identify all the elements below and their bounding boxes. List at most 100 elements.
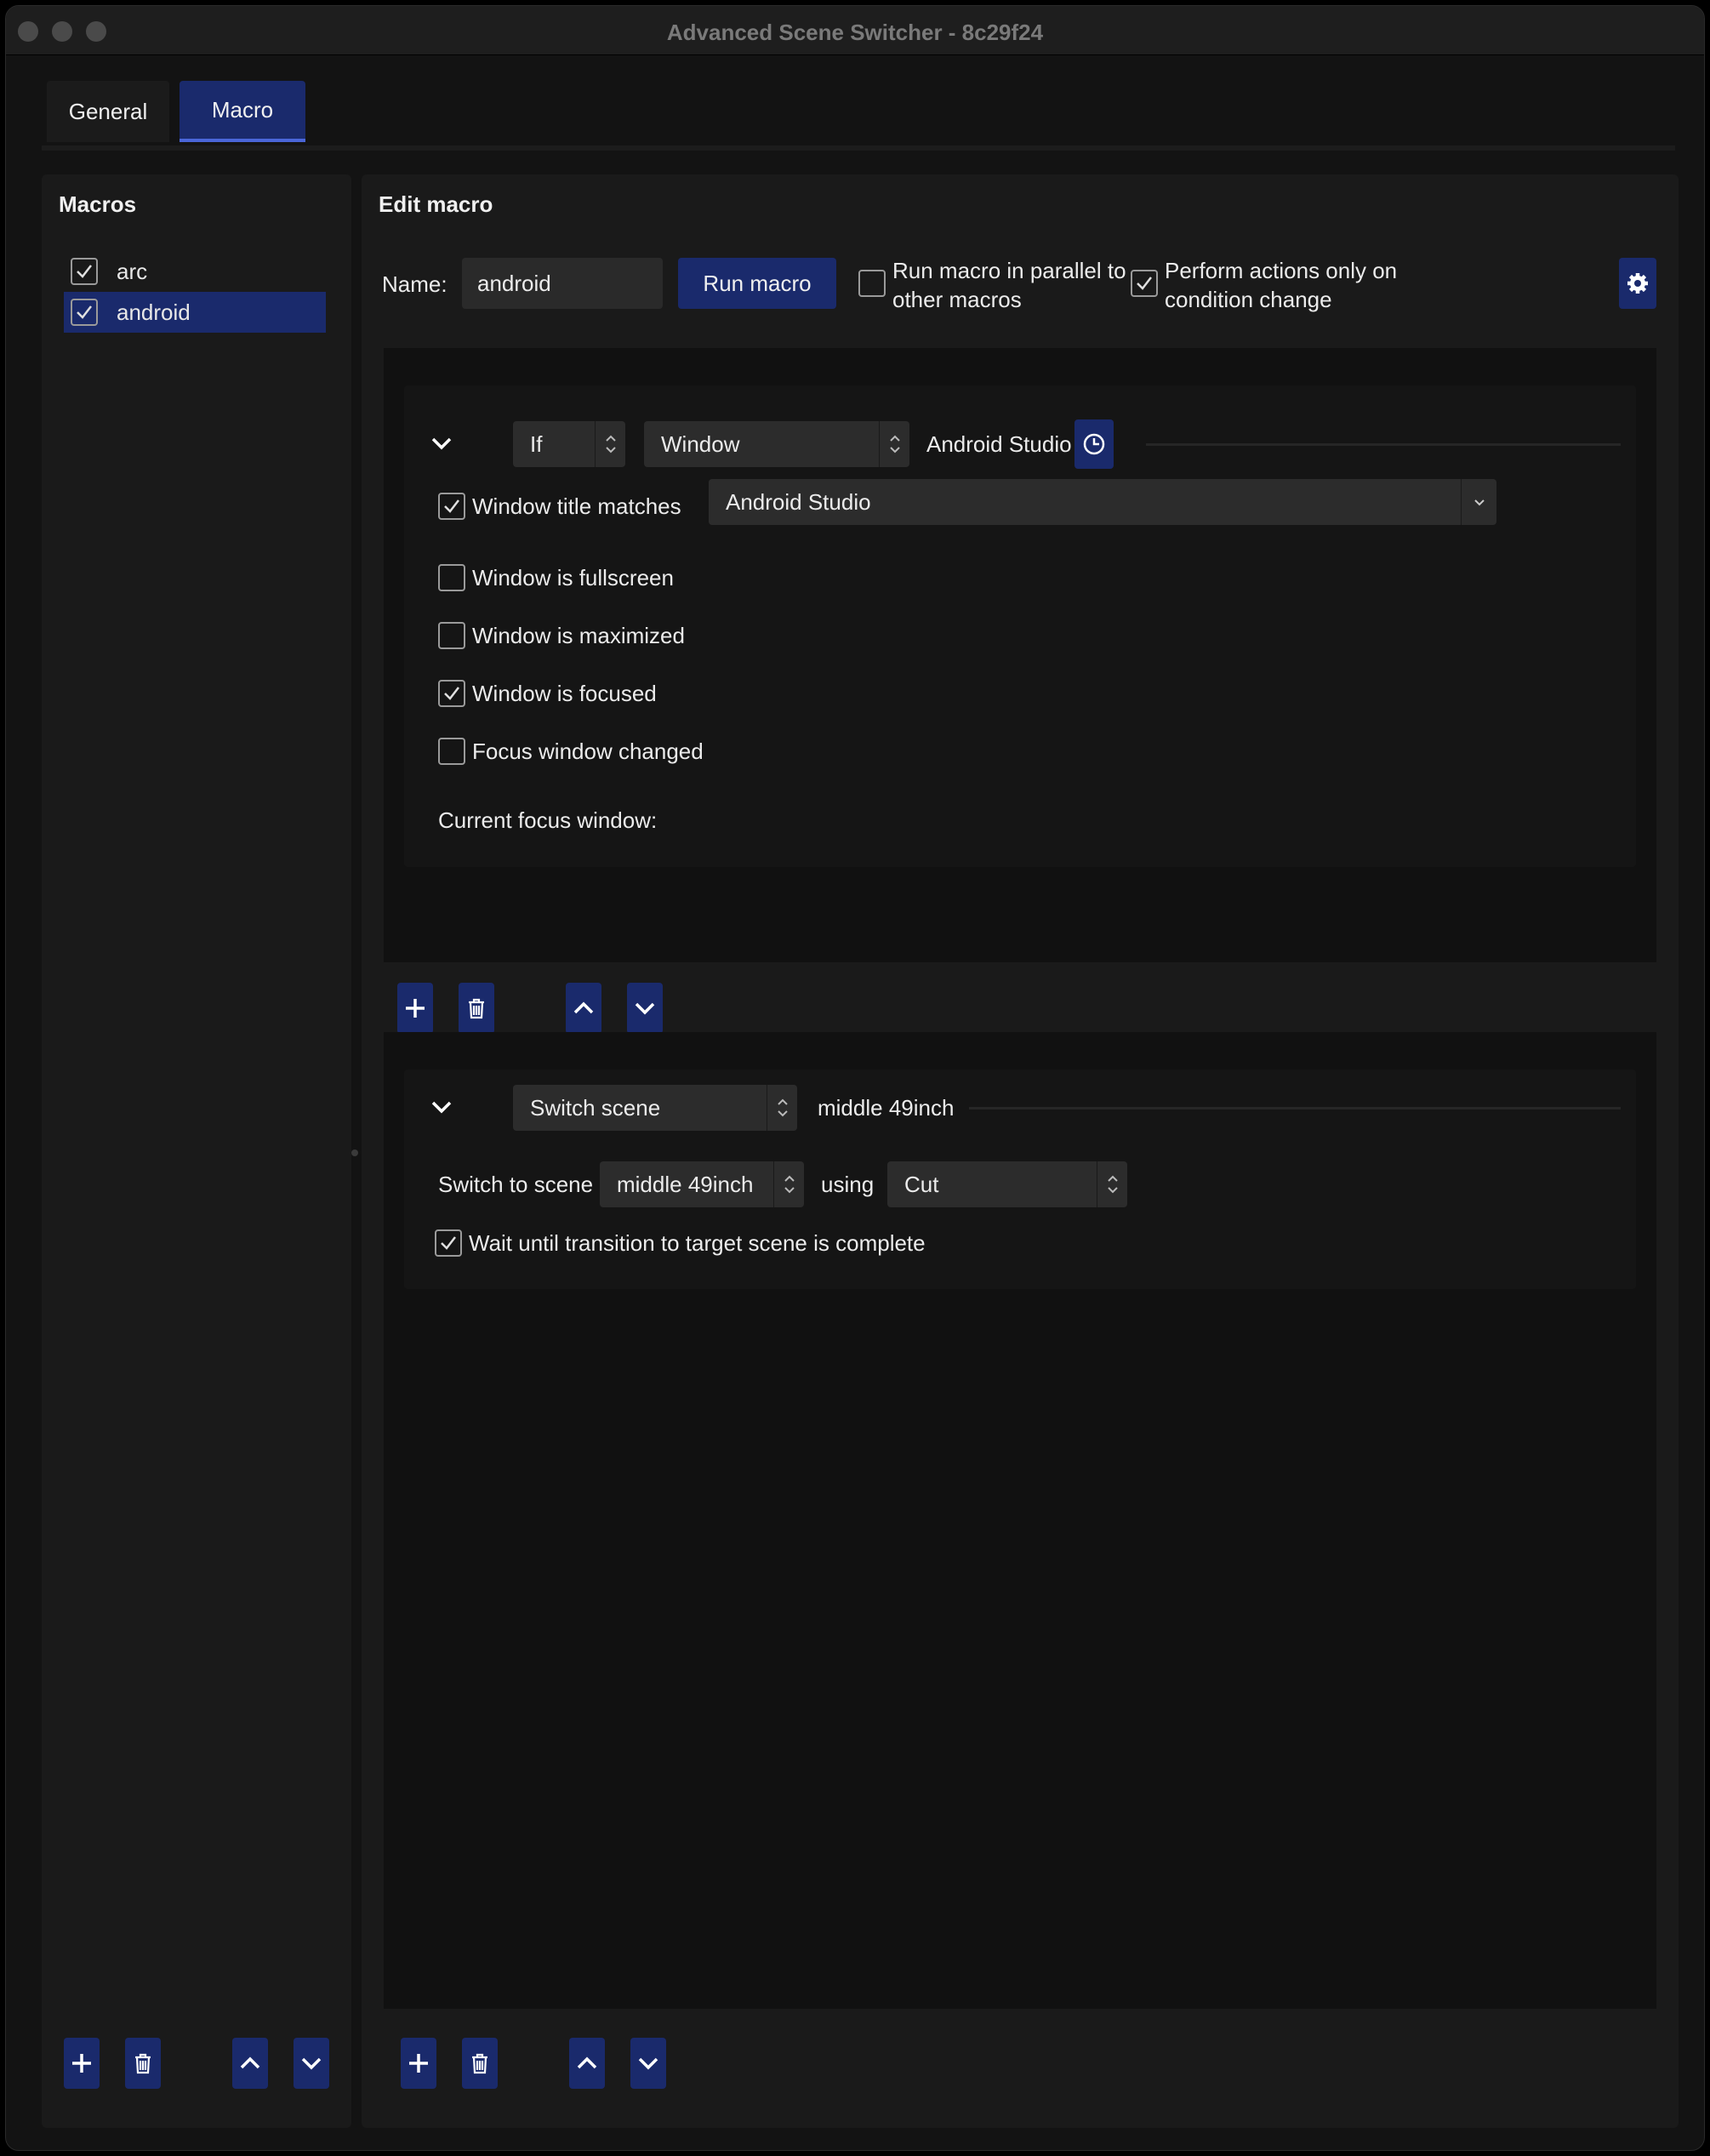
collapse-action-button[interactable] bbox=[425, 1090, 459, 1124]
move-macro-up-button[interactable] bbox=[232, 2038, 268, 2089]
spinner-arrows-icon bbox=[595, 421, 625, 467]
window-title-combobox[interactable]: Android Studio bbox=[709, 479, 1496, 525]
trash-icon bbox=[472, 2053, 487, 2074]
move-action-up-button[interactable] bbox=[569, 2038, 605, 2089]
macro-list-item-android[interactable]: android bbox=[64, 292, 326, 333]
macro-list-item-label: arc bbox=[117, 258, 148, 284]
remove-action-button[interactable] bbox=[462, 2038, 498, 2089]
add-macro-button[interactable] bbox=[64, 2038, 100, 2089]
wait-transition-label: Wait until transition to target scene is… bbox=[469, 1229, 926, 1256]
using-label: using bbox=[821, 1172, 875, 1197]
macro-enabled-checkbox[interactable] bbox=[71, 258, 98, 285]
action-type-select[interactable]: Switch scene bbox=[513, 1085, 797, 1131]
focused-row: Window is focused bbox=[438, 680, 657, 707]
move-condition-down-button[interactable] bbox=[627, 983, 663, 1034]
wait-transition-checkbox[interactable] bbox=[435, 1229, 462, 1257]
transition-select[interactable]: Cut bbox=[887, 1161, 1127, 1207]
focus-changed-label: Focus window changed bbox=[472, 738, 704, 764]
condition-type-select[interactable]: Window bbox=[644, 421, 909, 467]
run-parallel-label-line2: other macros bbox=[892, 287, 1022, 312]
title-bar: Advanced Scene Switcher - 8c29f24 bbox=[6, 6, 1704, 55]
title-matches-label: Window title matches bbox=[472, 493, 681, 519]
tab-macro[interactable]: Macro bbox=[180, 81, 305, 142]
spinner-arrows-icon bbox=[1097, 1161, 1127, 1207]
focused-checkbox[interactable] bbox=[438, 680, 465, 707]
collapse-condition-button[interactable] bbox=[425, 426, 459, 460]
remove-condition-button[interactable] bbox=[459, 983, 494, 1034]
header-divider bbox=[969, 1107, 1621, 1109]
splitter-handle[interactable] bbox=[351, 1149, 358, 1156]
switch-to-scene-label: Switch to scene bbox=[438, 1172, 594, 1197]
condition-logic-value: If bbox=[530, 431, 543, 457]
focused-label: Window is focused bbox=[472, 680, 657, 706]
run-parallel-checkbox[interactable] bbox=[858, 270, 886, 297]
condition-type-value: Window bbox=[661, 431, 740, 457]
checkmark-icon bbox=[444, 687, 459, 700]
condition-summary: Android Studio bbox=[926, 431, 1072, 457]
macro-name-input[interactable]: android bbox=[462, 258, 663, 309]
chevron-down-icon bbox=[635, 1002, 655, 1015]
action-summary: middle 49inch bbox=[818, 1095, 955, 1121]
add-condition-button[interactable] bbox=[397, 983, 433, 1034]
fullscreen-checkbox[interactable] bbox=[438, 564, 465, 591]
focus-changed-checkbox[interactable] bbox=[438, 738, 465, 765]
transition-value: Cut bbox=[904, 1171, 939, 1197]
fullscreen-label: Window is fullscreen bbox=[472, 564, 674, 590]
maximized-label: Window is maximized bbox=[472, 622, 685, 648]
macro-settings-button[interactable] bbox=[1619, 258, 1656, 309]
checkmark-icon bbox=[1137, 277, 1152, 290]
current-focus-label: Current focus window: bbox=[438, 807, 658, 833]
action-type-value: Switch scene bbox=[530, 1094, 661, 1121]
edit-macro-title: Edit macro bbox=[379, 191, 493, 217]
chevron-up-icon bbox=[573, 1001, 594, 1014]
title-matches-row: Window title matches bbox=[438, 493, 681, 520]
focus-changed-row: Focus window changed bbox=[438, 738, 704, 765]
tab-divider bbox=[42, 145, 1675, 151]
window-title-value: Android Studio bbox=[726, 488, 871, 515]
wait-transition-row: Wait until transition to target scene is… bbox=[435, 1229, 926, 1257]
move-macro-down-button[interactable] bbox=[294, 2038, 329, 2089]
condition-card: If Window Android Studio Window title ma… bbox=[404, 385, 1636, 867]
macro-list-item-label: android bbox=[117, 299, 191, 325]
maximized-row: Window is maximized bbox=[438, 622, 685, 649]
checkmark-icon bbox=[77, 305, 92, 319]
chevron-down-icon bbox=[638, 2057, 658, 2070]
tab-general[interactable]: General bbox=[47, 81, 169, 142]
chevron-up-icon bbox=[240, 2056, 260, 2069]
trash-icon bbox=[135, 2053, 151, 2074]
run-parallel-label-line1: Run macro in parallel to bbox=[892, 258, 1126, 283]
condition-logic-select[interactable]: If bbox=[513, 421, 625, 467]
actions-on-change-label-line2: condition change bbox=[1165, 287, 1332, 312]
move-condition-up-button[interactable] bbox=[566, 983, 601, 1034]
actions-on-change-label-line1: Perform actions only on bbox=[1165, 258, 1398, 283]
dropdown-arrow-icon[interactable] bbox=[1461, 479, 1496, 525]
macro-list-item-arc[interactable]: arc bbox=[64, 251, 326, 292]
run-parallel-label: Run macro in parallel to other macros bbox=[892, 256, 1126, 314]
scene-value: middle 49inch bbox=[617, 1171, 754, 1197]
edit-macro-panel: Edit macro Name: android Run macro Run m… bbox=[362, 174, 1679, 2128]
checkmark-icon bbox=[441, 1236, 456, 1250]
duration-button[interactable] bbox=[1074, 419, 1114, 469]
chevron-down-icon bbox=[431, 437, 452, 450]
gear-icon bbox=[1627, 273, 1648, 294]
checkmark-icon bbox=[77, 265, 92, 278]
chevron-down-icon bbox=[301, 2057, 322, 2070]
macros-panel: Macros arc android bbox=[42, 174, 351, 2128]
chevron-up-icon bbox=[577, 2056, 597, 2069]
scene-select[interactable]: middle 49inch bbox=[600, 1161, 804, 1207]
chevron-down-icon bbox=[431, 1101, 452, 1114]
macro-enabled-checkbox[interactable] bbox=[71, 299, 98, 326]
title-matches-checkbox[interactable] bbox=[438, 493, 465, 520]
run-macro-button[interactable]: Run macro bbox=[678, 258, 836, 309]
add-action-button[interactable] bbox=[401, 2038, 436, 2089]
plus-icon bbox=[72, 2054, 91, 2073]
macros-panel-title: Macros bbox=[59, 191, 137, 217]
actions-on-change-checkbox[interactable] bbox=[1131, 270, 1158, 297]
move-action-down-button[interactable] bbox=[630, 2038, 666, 2089]
clock-icon bbox=[1083, 433, 1105, 455]
remove-macro-button[interactable] bbox=[125, 2038, 161, 2089]
maximized-checkbox[interactable] bbox=[438, 622, 465, 649]
action-card: Switch scene middle 49inch Switch to sce… bbox=[404, 1069, 1636, 1289]
spinner-arrows-icon bbox=[767, 1085, 797, 1131]
checkmark-icon bbox=[444, 499, 459, 513]
